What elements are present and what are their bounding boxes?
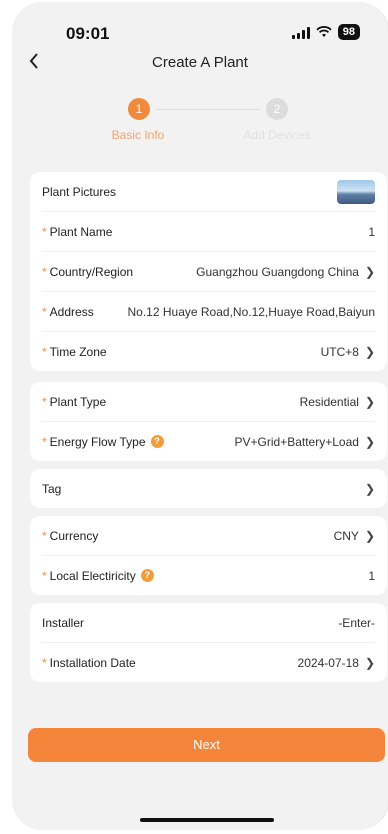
chevron-right-icon: ❯ [364, 394, 375, 409]
required-mark: * [42, 394, 47, 409]
page-title: Create A Plant [152, 54, 248, 71]
country-region-label: Country/Region [49, 264, 134, 279]
energy-flow-value: PV+Grid+Battery+Load [234, 434, 359, 449]
local-electricity-row[interactable]: * Local Electiricity? 1 [42, 556, 375, 595]
chevron-right-icon: ❯ [364, 528, 375, 543]
next-button[interactable]: Next [28, 728, 385, 762]
chevron-right-icon: ❯ [364, 264, 375, 279]
plant-type-label: Plant Type [49, 394, 107, 409]
required-mark: * [42, 655, 47, 670]
question-icon[interactable]: ? [150, 435, 164, 448]
basic-info-card: Plant Pictures * Plant Name 1 * Country/Re… [30, 172, 387, 371]
chevron-right-icon: ❯ [364, 434, 375, 449]
step-1-circle: 1 [128, 98, 150, 120]
country-region-value: Guangzhou Guangdong China [196, 264, 359, 279]
installation-date-label: Installation Date [49, 655, 136, 670]
installation-date-value: 2024-07-18 [297, 655, 359, 670]
plant-picture-thumbnail[interactable] [337, 179, 375, 204]
plant-pictures-row[interactable]: Plant Pictures [42, 172, 375, 212]
country-region-row[interactable]: * Country/Region Guangzhou Guangdong Chin… [42, 252, 375, 292]
chevron-right-icon: ❯ [364, 655, 375, 670]
status-icons: 98 [291, 24, 360, 40]
plant-name-value[interactable]: 1 [368, 225, 375, 239]
plant-pictures-label: Plant Pictures [42, 184, 117, 199]
time-zone-row[interactable]: * Time Zone UTC+8 ❯ [42, 332, 375, 371]
chevron-right-icon: ❯ [364, 344, 375, 359]
local-electricity-label: Local Electiricity [49, 568, 136, 583]
required-mark: * [42, 264, 47, 279]
required-mark: * [42, 528, 47, 543]
installation-date-row[interactable]: * Installation Date 2024-07-18 ❯ [42, 643, 375, 682]
installer-label: Installer [42, 615, 85, 630]
step-2-label: Add Devices [243, 128, 311, 142]
currency-value: CNY [333, 528, 359, 543]
required-mark: * [42, 344, 47, 359]
address-label: Address [49, 304, 94, 319]
signal-icon [291, 26, 310, 39]
step-indicator: 1 2 Basic Info Add Devices [12, 98, 388, 148]
required-mark: * [42, 568, 47, 583]
installer-input[interactable]: -Enter- [338, 616, 375, 630]
step-1-label: Basic Info [111, 128, 165, 142]
required-mark: * [42, 304, 47, 319]
status-bar: 09:01 98 [12, 2, 388, 56]
required-mark: * [42, 434, 47, 449]
installer-row[interactable]: Installer -Enter- [42, 603, 375, 643]
currency-row[interactable]: * Currency CNY ❯ [42, 516, 375, 556]
chevron-right-icon: ❯ [364, 481, 375, 496]
time-zone-value: UTC+8 [320, 344, 359, 359]
time-zone-label: Time Zone [49, 344, 107, 359]
battery-indicator: 98 [337, 24, 360, 40]
status-time: 09:01 [66, 24, 110, 43]
finance-card: * Currency CNY ❯ * Local Electiricity? 1 [30, 516, 387, 595]
local-electricity-value[interactable]: 1 [368, 569, 375, 583]
step-2-circle: 2 [266, 98, 288, 120]
tag-card: Tag ❯ [30, 469, 387, 508]
home-indicator [140, 818, 274, 822]
address-row[interactable]: * Address No.12 Huaye Road,No.12,Huaye Ro… [42, 292, 375, 332]
plant-type-row[interactable]: * Plant Type Residential ❯ [42, 382, 375, 422]
question-icon[interactable]: ? [140, 569, 154, 582]
plant-name-row[interactable]: * Plant Name 1 [42, 212, 375, 252]
phone-screen: 09:01 98 Create A Plant 1 2 Basic Info A… [12, 2, 388, 830]
installation-card: Installer -Enter- * Installation Date 202… [30, 603, 387, 682]
tag-label: Tag [42, 481, 62, 496]
nav-bar: Create A Plant [12, 50, 388, 78]
plant-type-value: Residential [299, 394, 359, 409]
required-mark: * [42, 224, 47, 239]
tag-row[interactable]: Tag ❯ [42, 469, 375, 508]
currency-label: Currency [49, 528, 99, 543]
step-connector [156, 109, 260, 110]
wifi-icon [316, 26, 332, 37]
address-value[interactable]: No.12 Huaye Road,No.12,Huaye Road,Baiyun [128, 305, 376, 319]
plant-type-card: * Plant Type Residential ❯ * Energy Flow Ty… [30, 382, 387, 461]
plant-name-label: Plant Name [49, 224, 113, 239]
energy-flow-label: Energy Flow Type [49, 434, 146, 449]
energy-flow-row[interactable]: * Energy Flow Type? PV+Grid+Battery+Load ❯ [42, 422, 375, 461]
